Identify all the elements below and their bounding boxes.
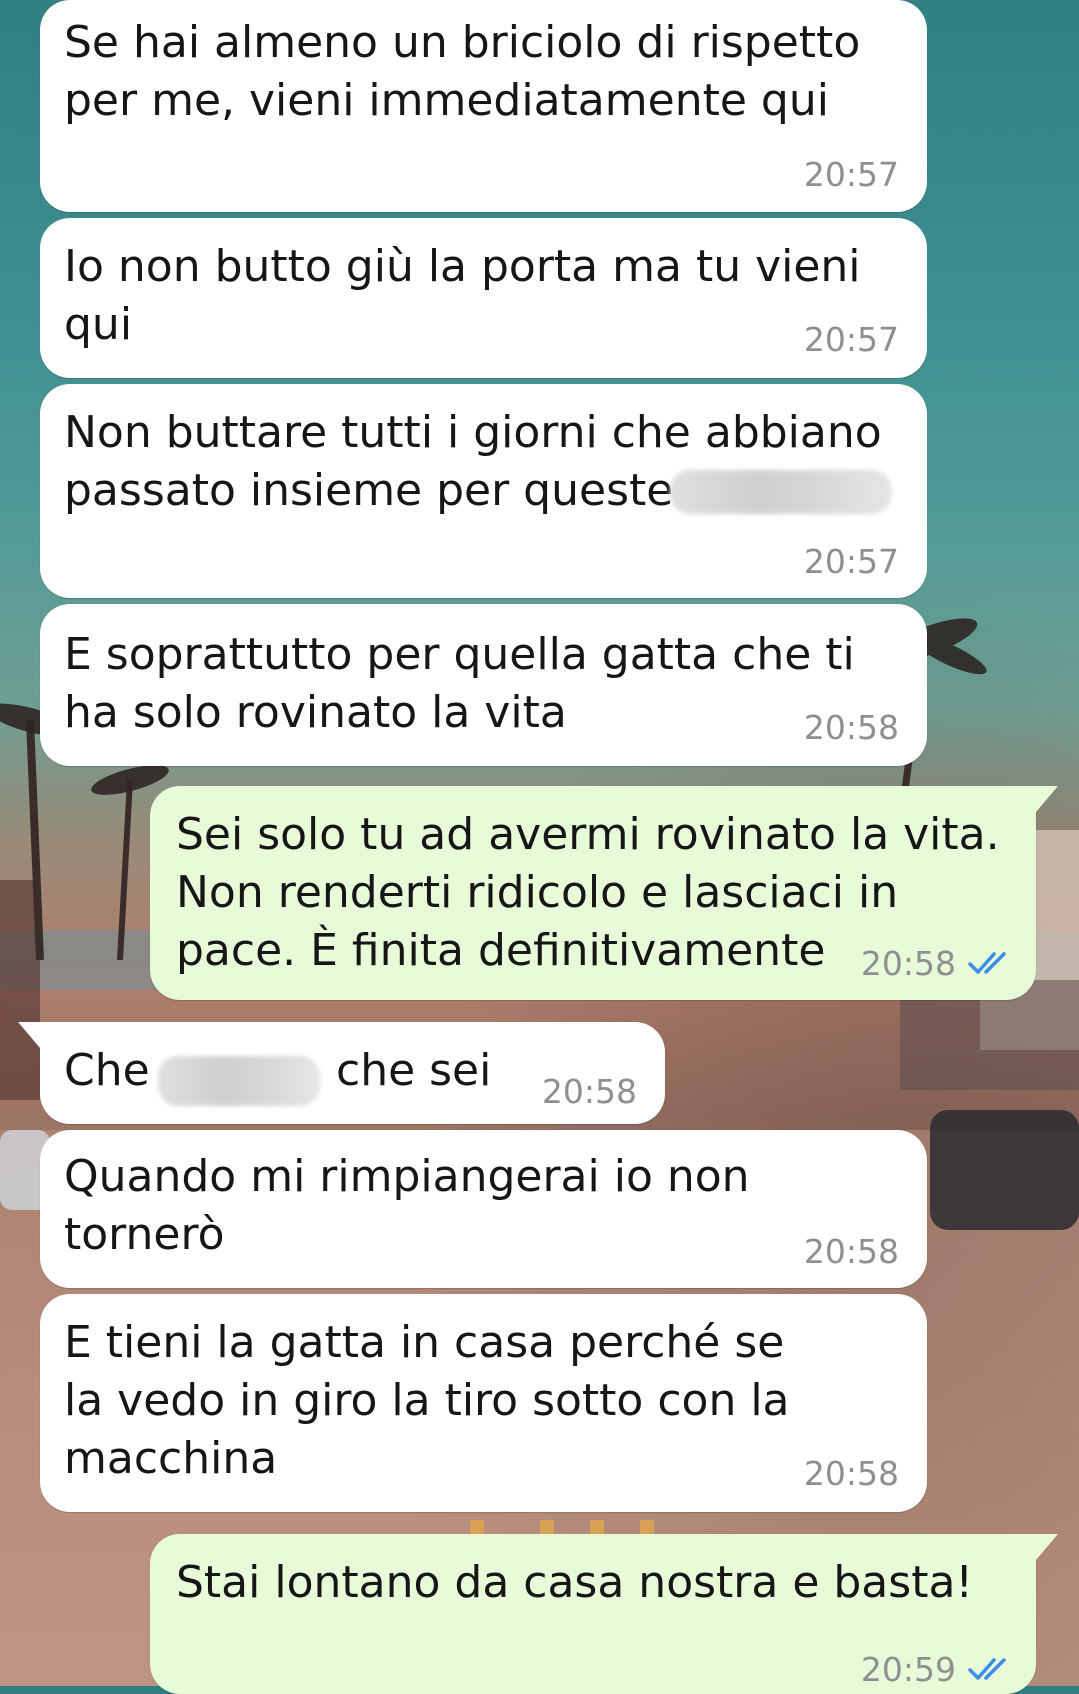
- message-text: Io non butto giù la porta ma tu vieni qu…: [64, 241, 861, 350]
- message-text: che sei: [336, 1045, 492, 1096]
- message-text: Che: [64, 1045, 150, 1096]
- message-timestamp: 20:57: [803, 542, 899, 581]
- message-timestamp: 20:58: [803, 708, 899, 747]
- message-incoming[interactable]: E soprattutto per quella gatta che ti ha…: [40, 604, 927, 766]
- message-incoming[interactable]: E tieni la gatta in casa perché se la ve…: [40, 1294, 927, 1512]
- redacted-word: [670, 470, 892, 514]
- message-text: E tieni la gatta in casa perché se la ve…: [64, 1317, 790, 1484]
- message-timestamp: 20:57: [803, 320, 899, 359]
- message-timestamp: 20:58: [803, 1454, 899, 1493]
- bubble-tail: [1036, 786, 1058, 812]
- double-check-icon: [968, 1658, 1006, 1680]
- message-text: Quando mi rimpiangerai io non tornerò: [64, 1151, 750, 1260]
- message-timestamp: 20:58: [803, 1232, 899, 1271]
- redacted-word: [158, 1056, 320, 1106]
- message-outgoing[interactable]: Stai lontano da casa nostra e basta! 20:…: [150, 1534, 1058, 1694]
- message-text: E soprattutto per quella gatta che ti ha…: [64, 629, 855, 738]
- message-incoming[interactable]: Quando mi rimpiangerai io non tornerò 20…: [40, 1130, 927, 1288]
- message-timestamp: 20:57: [803, 155, 899, 194]
- message-text: Stai lontano da casa nostra e basta!: [176, 1557, 974, 1608]
- bubble-tail: [1036, 1534, 1058, 1560]
- message-incoming[interactable]: Io non butto giù la porta ma tu vieni qu…: [40, 218, 927, 378]
- double-check-icon: [968, 952, 1006, 974]
- message-outgoing[interactable]: Sei solo tu ad avermi rovinato la vita. …: [150, 786, 1058, 1000]
- conversation: Se hai almeno un briciolo di rispetto pe…: [0, 0, 1079, 1694]
- message-text: Se hai almeno un briciolo di rispetto pe…: [64, 17, 861, 126]
- message-incoming[interactable]: Se hai almeno un briciolo di rispetto pe…: [40, 0, 927, 212]
- message-incoming[interactable]: Non buttare tutti i giorni che abbiano p…: [40, 384, 927, 598]
- message-timestamp: 20:58: [860, 944, 956, 983]
- bubble-tail: [18, 1022, 40, 1048]
- message-timestamp: 20:58: [541, 1072, 637, 1111]
- message-timestamp: 20:59: [860, 1650, 956, 1689]
- message-incoming[interactable]: Che che sei 20:58: [18, 1022, 665, 1124]
